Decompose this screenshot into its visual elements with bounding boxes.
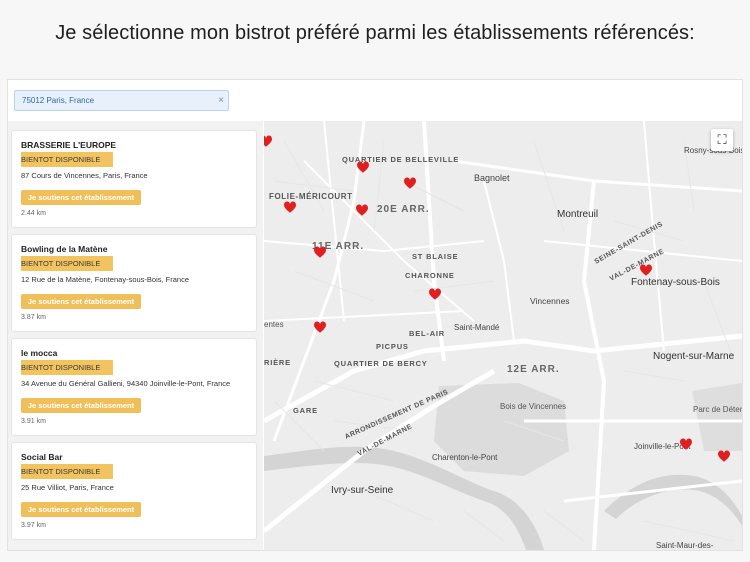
status-badge: BIENTOT DISPONIBLE (21, 256, 113, 271)
support-button[interactable]: Je soutiens cet établissement (21, 398, 141, 413)
fullscreen-icon: ⛶ (717, 132, 727, 147)
map-label: Bagnolet (474, 173, 510, 183)
list-item[interactable]: Bowling de la Matène BIENTOT DISPONIBLE … (11, 234, 257, 332)
support-button[interactable]: Je soutiens cet établissement (21, 294, 141, 309)
map-label: Parc de Détente et de Loisirs du Trembla… (693, 405, 742, 414)
map-label: entes (264, 320, 284, 329)
results-list: BRASSERIE L'EUROPE BIENTOT DISPONIBLE 87… (8, 121, 263, 550)
map-label: PICPUS (376, 342, 409, 351)
map-label: RIÈRE (264, 358, 291, 367)
place-distance: 3.87 km (21, 314, 46, 321)
place-address: 25 Rue Villiot, Paris, France (21, 483, 114, 492)
map-canvas[interactable]: QUARTIER DE BELLEVILLE FOLIE-MÉRICOURT 2… (264, 121, 742, 550)
map-label: FOLIE-MÉRICOURT (269, 192, 353, 201)
heart-icon[interactable] (264, 135, 272, 147)
map-label: Nogent-sur-Marne (653, 351, 735, 362)
place-address: 34 Avenue du Général Gallieni, 94340 Joi… (21, 379, 231, 388)
place-distance: 3.91 km (21, 418, 46, 425)
heart-icon[interactable] (718, 450, 730, 462)
map-label: 20E ARR. (377, 204, 430, 215)
map-label: Vincennes (530, 296, 570, 306)
place-name: Social Bar (21, 452, 63, 462)
clear-search-icon[interactable]: × (214, 95, 228, 106)
heart-icon[interactable] (404, 177, 416, 189)
map-label: GARE (293, 406, 318, 415)
place-distance: 3.97 km (21, 522, 46, 529)
map-label: Montreuil (557, 209, 598, 220)
status-badge: BIENTOT DISPONIBLE (21, 360, 113, 375)
map-label: Charenton-le-Pont (432, 453, 498, 462)
store-locator: 75012 Paris, France × BRASSERIE L'EUROPE… (7, 79, 743, 551)
fullscreen-button[interactable]: ⛶ (711, 129, 733, 151)
map-label: BEL-AIR (409, 329, 445, 338)
map-label: 12E ARR. (507, 364, 560, 375)
place-address: 12 Rue de la Matène, Fontenay-sous-Bois,… (21, 275, 190, 284)
list-item[interactable]: Social Bar BIENTOT DISPONIBLE 25 Rue Vil… (11, 442, 257, 540)
status-badge: BIENTOT DISPONIBLE (21, 152, 113, 167)
heart-icon[interactable] (640, 264, 652, 276)
place-name: Bowling de la Matène (21, 244, 108, 254)
list-item[interactable]: le mocca BIENTOT DISPONIBLE 34 Avenue du… (11, 338, 257, 436)
place-address: 87 Cours de Vincennes, Paris, France (21, 171, 148, 180)
map-label: Saint-Mandé (454, 323, 500, 332)
map-label: Fontenay-sous-Bois (631, 277, 720, 288)
page-title: Je sélectionne mon bistrot préféré parmi… (55, 22, 695, 44)
map-label: CHARONNE (405, 271, 455, 280)
search-location-value: 75012 Paris, France (22, 96, 95, 105)
map-label: ST BLAISE (412, 252, 458, 261)
place-distance: 2.44 km (21, 210, 46, 217)
heart-icon[interactable] (284, 201, 296, 213)
map-label: QUARTIER DE BERCY (334, 359, 428, 368)
support-button[interactable]: Je soutiens cet établissement (21, 190, 141, 205)
support-button[interactable]: Je soutiens cet établissement (21, 502, 141, 517)
map-view[interactable]: QUARTIER DE BELLEVILLE FOLIE-MÉRICOURT 2… (264, 121, 742, 550)
place-name: le mocca (21, 348, 58, 358)
place-name: BRASSERIE L'EUROPE (21, 140, 117, 150)
parc-tremblay-area (692, 383, 742, 451)
list-item[interactable]: BRASSERIE L'EUROPE BIENTOT DISPONIBLE 87… (11, 130, 257, 228)
search-location-chip[interactable]: 75012 Paris, France × (14, 90, 229, 111)
map-label: Ivry-sur-Seine (331, 485, 394, 496)
map-label: Bois de Vincennes (500, 402, 566, 411)
status-badge: BIENTOT DISPONIBLE (21, 464, 113, 479)
map-label: Saint-Maur-des- (656, 541, 714, 550)
